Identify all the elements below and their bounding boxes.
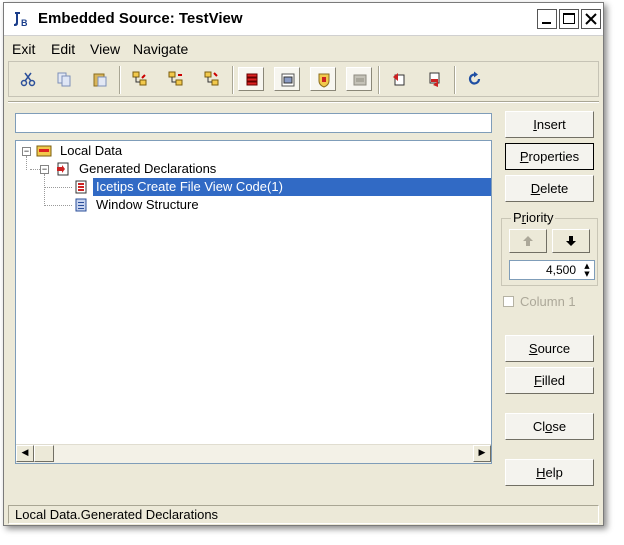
window-title: Embedded Source: TestView — [38, 10, 243, 27]
status-bar: Local Data.Generated Declarations — [8, 505, 599, 524]
tree-item-icetips[interactable]: Icetips Create File View Code(1) — [16, 178, 491, 196]
copy-icon — [57, 72, 71, 87]
prev-embed-button[interactable] — [386, 67, 412, 91]
minimize-button[interactable] — [537, 9, 557, 29]
shield-icon — [318, 73, 330, 88]
filter-input[interactable] — [15, 113, 492, 133]
tree-item-generated-declarations[interactable]: − Generated Declarations — [16, 160, 316, 178]
horizontal-scrollbar[interactable]: ◀ ▶ — [16, 444, 491, 463]
priority-spinner[interactable]: 4,500 ▲ ▼ — [509, 260, 595, 280]
close-window-button[interactable] — [581, 9, 601, 29]
prev-embed-icon — [393, 73, 405, 86]
maximize-button[interactable] — [559, 9, 579, 29]
local-data-icon — [36, 145, 52, 157]
embed-tree: − Local Data − Generated Declarations Ic… — [15, 140, 492, 464]
collapse-icon[interactable]: − — [40, 165, 49, 174]
toolbar-separator — [454, 66, 456, 94]
refresh-icon — [468, 71, 481, 85]
priority-label: Priority — [511, 210, 556, 225]
insert-button[interactable]: Insert — [505, 111, 594, 138]
copy-button[interactable] — [51, 67, 77, 91]
procedure-button[interactable] — [310, 67, 336, 91]
tree-expand-button[interactable] — [127, 67, 153, 91]
toolbar-separator — [119, 66, 121, 94]
column-1-label: Column 1 — [520, 294, 576, 309]
spinner-arrows[interactable]: ▲ ▼ — [581, 262, 593, 278]
source-button[interactable]: Source — [505, 335, 594, 362]
minimize-icon — [542, 22, 551, 24]
window-gray-icon — [353, 74, 367, 86]
paste-icon — [93, 73, 107, 87]
embedded-source-window: B Embedded Source: TestView Exit Edit Vi… — [3, 2, 604, 526]
disabled-view-button[interactable] — [346, 67, 372, 91]
spin-down-icon[interactable]: ▼ — [581, 270, 593, 278]
help-button[interactable]: Help — [505, 459, 594, 486]
menu-exit[interactable]: Exit — [12, 41, 35, 57]
paste-button[interactable] — [87, 67, 113, 91]
app-logo-icon: B — [14, 12, 28, 28]
refresh-button[interactable] — [462, 67, 488, 91]
toolbar-separator — [232, 66, 234, 94]
properties-button[interactable]: Properties — [505, 143, 594, 170]
tree-node-down-icon — [204, 71, 219, 86]
toolbar-separator — [378, 66, 380, 94]
code-view-button[interactable] — [274, 67, 300, 91]
tree-child-button[interactable] — [163, 67, 189, 91]
declarations-icon — [57, 162, 69, 176]
next-embed-icon — [429, 72, 440, 87]
delete-button[interactable]: Delete — [505, 175, 594, 202]
cut-button[interactable] — [15, 67, 41, 91]
embed-view-button[interactable] — [238, 67, 264, 91]
tree-item-label: Icetips Create File View Code(1) — [93, 178, 491, 196]
toolbar — [8, 61, 599, 97]
embed-code-icon — [75, 180, 87, 194]
collapse-icon[interactable]: − — [22, 147, 31, 156]
structure-icon — [75, 198, 87, 212]
tree-item-label: Local Data — [60, 143, 123, 158]
tree-node-up-icon — [132, 71, 147, 86]
tree-collapse-button[interactable] — [199, 67, 225, 91]
menu-view[interactable]: View — [90, 41, 120, 57]
filled-button[interactable]: Filled — [505, 367, 594, 394]
priority-down-button[interactable] — [552, 229, 590, 253]
scissors-icon — [20, 72, 36, 87]
close-icon — [585, 13, 597, 25]
scroll-right-button[interactable]: ▶ — [473, 445, 491, 462]
code-window-icon — [281, 73, 295, 87]
scroll-left-button[interactable]: ◀ — [16, 445, 34, 462]
maximize-icon — [563, 13, 575, 24]
arrow-up-icon — [523, 236, 533, 246]
column-1-checkbox[interactable] — [503, 296, 514, 307]
menu-edit[interactable]: Edit — [51, 41, 75, 57]
stack-icon — [246, 73, 258, 86]
close-button[interactable]: Close — [505, 413, 594, 440]
tree-item-window-structure[interactable]: Window Structure — [16, 196, 316, 214]
tree-node-icon — [168, 71, 183, 86]
divider — [8, 101, 599, 103]
status-text: Local Data.Generated Declarations — [15, 507, 219, 522]
title-bar: B Embedded Source: TestView — [4, 3, 603, 36]
menu-navigate[interactable]: Navigate — [133, 41, 188, 57]
scroll-thumb[interactable] — [34, 445, 54, 462]
tree-item-label: Generated Declarations — [79, 161, 217, 176]
tree-item-local-data[interactable]: − Local Data — [16, 142, 316, 160]
priority-up-button[interactable] — [509, 229, 547, 253]
svg-text:B: B — [21, 18, 28, 28]
spin-up-icon[interactable]: ▲ — [581, 262, 593, 270]
tree-item-label: Window Structure — [96, 197, 199, 212]
menu-bar: Exit Edit View Navigate — [4, 36, 603, 60]
next-embed-button[interactable] — [422, 67, 448, 91]
arrow-down-icon — [566, 236, 576, 246]
priority-value: 4,500 — [545, 263, 576, 277]
